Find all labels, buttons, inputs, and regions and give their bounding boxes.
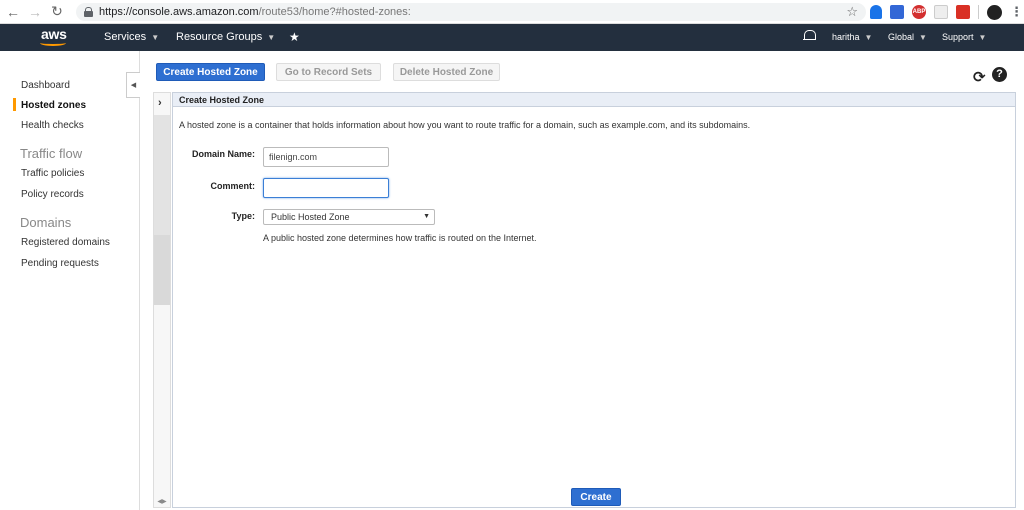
chevron-right-icon[interactable]: ›	[158, 97, 162, 109]
resource-groups-label: Resource Groups	[176, 31, 263, 43]
type-label: Type:	[231, 211, 255, 221]
sidebar-item-traffic-policies[interactable]: Traffic policies	[21, 168, 84, 179]
url-host: https://console.aws.amazon.com	[99, 6, 259, 18]
strip-shade	[154, 115, 170, 235]
reload-icon[interactable]: ↻	[48, 3, 66, 21]
kebab-menu-icon[interactable]: ⋮	[1010, 4, 1023, 20]
region-menu[interactable]: Global ▼	[888, 32, 927, 42]
chevron-left-icon: ◀	[130, 82, 137, 89]
refresh-icon[interactable]: ⟳	[973, 68, 986, 86]
chevron-down-icon: ▼	[151, 33, 160, 42]
region-label: Global	[888, 32, 915, 42]
profile-extension-icon[interactable]	[870, 5, 882, 19]
sidebar-heading-traffic-flow: Traffic flow	[20, 146, 83, 161]
sidebar-heading-domains: Domains	[20, 215, 72, 230]
aws-logo[interactable]: aws	[38, 25, 70, 49]
resize-arrows-icon[interactable]: ◀▶	[154, 498, 170, 505]
lock-icon	[84, 7, 93, 17]
blank-extension-icon[interactable]	[934, 5, 948, 19]
chevron-down-icon: ▼	[267, 33, 276, 42]
calendar-extension-icon[interactable]	[890, 5, 904, 19]
support-menu[interactable]: Support ▼	[942, 32, 986, 42]
resource-groups-menu[interactable]: Resource Groups ▼	[176, 31, 275, 43]
pin-icon[interactable]: ★	[289, 30, 300, 44]
user-avatar-icon[interactable]	[987, 4, 1002, 20]
sidebar-item-health-checks[interactable]: Health checks	[21, 120, 84, 131]
panel-description: A hosted zone is a container that holds …	[179, 120, 751, 130]
type-help-text: A public hosted zone determines how traf…	[263, 233, 537, 243]
chevron-down-icon: ▼	[978, 33, 987, 42]
address-bar[interactable]: https://console.aws.amazon.com/route53/h…	[76, 3, 866, 21]
sidebar-item-dashboard[interactable]: Dashboard	[21, 80, 70, 91]
domain-name-label: Domain Name:	[191, 149, 255, 159]
chevron-down-icon: ▼	[864, 33, 873, 42]
aws-smile-icon	[40, 40, 66, 46]
chevron-down-icon: ▼	[919, 33, 927, 42]
comment-input[interactable]	[263, 178, 389, 198]
bookmark-star-icon[interactable]: ☆	[846, 4, 858, 20]
red-extension-icon[interactable]	[956, 5, 970, 19]
type-select-value: Public Hosted Zone	[271, 212, 350, 222]
help-icon[interactable]: ?	[992, 67, 1007, 82]
panel-title: Create Hosted Zone	[173, 93, 1015, 107]
create-hosted-zone-button[interactable]: Create Hosted Zone	[156, 63, 265, 81]
type-select[interactable]: Public Hosted Zone ▼	[263, 209, 435, 225]
go-to-record-sets-button[interactable]: Go to Record Sets	[276, 63, 381, 81]
strip-shade	[154, 235, 170, 305]
back-arrow-icon[interactable]: ←	[4, 3, 22, 21]
comment-label: Comment:	[210, 181, 256, 191]
support-label: Support	[942, 32, 974, 42]
toolbar-divider	[978, 5, 979, 19]
url-path: /route53/home?#hosted-zones:	[258, 6, 411, 18]
collapsed-list-strip: › ◀▶	[153, 92, 171, 508]
extensions-area: ABP ⋮	[870, 4, 1023, 20]
services-menu[interactable]: Services ▼	[104, 31, 159, 43]
bell-icon[interactable]	[803, 29, 816, 43]
sidebar-item-hosted-zones[interactable]: Hosted zones	[21, 100, 86, 111]
create-button[interactable]: Create	[571, 488, 621, 506]
delete-hosted-zone-button[interactable]: Delete Hosted Zone	[393, 63, 500, 81]
sidebar-item-policy-records[interactable]: Policy records	[21, 189, 84, 200]
collapse-sidebar-button[interactable]: ◀	[126, 72, 140, 98]
sidebar-item-pending-requests[interactable]: Pending requests	[21, 258, 99, 269]
create-hosted-zone-panel: Create Hosted Zone A hosted zone is a co…	[172, 92, 1016, 508]
sidebar-item-registered-domains[interactable]: Registered domains	[21, 237, 110, 248]
browser-toolbar: ← → ↻ https://console.aws.amazon.com/rou…	[0, 0, 1024, 24]
active-indicator	[13, 98, 16, 111]
left-sidebar: Dashboard Hosted zones Health checks Tra…	[0, 51, 140, 510]
user-menu[interactable]: haritha ▼	[832, 32, 872, 42]
forward-arrow-icon[interactable]: →	[26, 3, 44, 21]
aws-top-nav: aws Services ▼ Resource Groups ▼ ★ haritha…	[0, 24, 1024, 51]
domain-name-input[interactable]	[263, 147, 389, 167]
chevron-down-icon: ▼	[423, 213, 430, 220]
user-label: haritha	[832, 32, 860, 42]
adblock-extension-icon[interactable]: ABP	[912, 5, 926, 19]
services-label: Services	[104, 31, 147, 43]
